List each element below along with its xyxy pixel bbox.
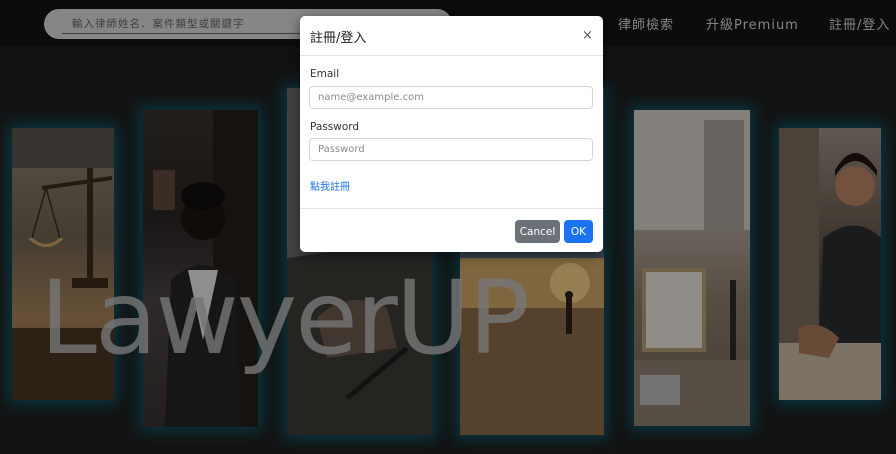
page: 律師檢索 升級Premium 註冊/登入 — [0, 0, 896, 454]
password-label: Password — [310, 121, 360, 133]
email-label: Email — [310, 68, 340, 80]
close-icon[interactable]: × — [582, 28, 593, 43]
cancel-button[interactable]: Cancel — [515, 220, 560, 243]
modal-footer-divider — [300, 208, 603, 209]
email-field[interactable] — [309, 86, 593, 109]
password-field[interactable] — [309, 138, 593, 161]
modal-title: 註冊/登入 — [310, 31, 367, 46]
login-modal: 註冊/登入 × Email Password 點我註冊 Cancel OK — [300, 16, 603, 252]
register-link[interactable]: 點我註冊 — [310, 178, 350, 193]
ok-button[interactable]: OK — [564, 220, 593, 243]
modal-header: 註冊/登入 × — [300, 16, 603, 56]
